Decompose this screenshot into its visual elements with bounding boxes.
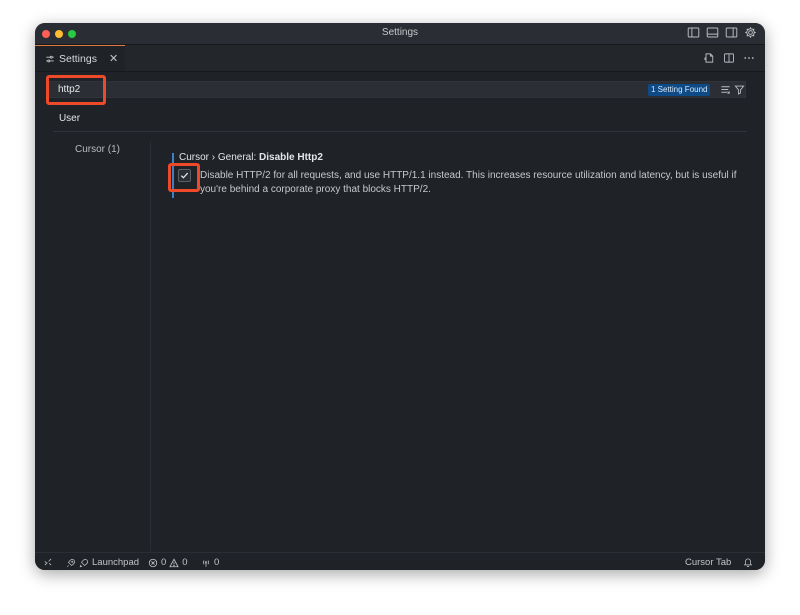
error-icon xyxy=(148,558,158,568)
tab-label: Settings xyxy=(59,53,97,65)
toggle-panel-icon[interactable] xyxy=(706,26,719,39)
toggle-primary-sidebar-icon[interactable] xyxy=(687,26,700,39)
disable-http2-checkbox[interactable] xyxy=(178,169,191,182)
close-icon[interactable]: ✕ xyxy=(109,52,118,65)
warning-icon xyxy=(169,557,180,568)
settings-window: Settings Settings ✕ http2 1 Setting Foun… xyxy=(35,23,765,570)
notifications-item[interactable] xyxy=(743,557,753,567)
title-bar: Settings xyxy=(35,23,765,45)
editor-actions xyxy=(703,52,755,64)
remote-indicator[interactable] xyxy=(43,557,53,567)
setting-category: Cursor › General: xyxy=(179,152,260,163)
status-bar: Launchpad 0 0 0 Cursor Tab xyxy=(35,552,765,570)
gear-icon[interactable] xyxy=(744,26,757,39)
remote-icon xyxy=(43,557,53,567)
launchpad-item[interactable]: Launchpad xyxy=(66,557,139,568)
split-editor-icon[interactable] xyxy=(723,52,735,64)
launchpad-label: Launchpad xyxy=(92,557,140,568)
editor-tab-bar: Settings ✕ xyxy=(35,45,765,72)
error-count: 0 xyxy=(161,557,167,568)
setting-description: Disable HTTP/2 for all requests, and use… xyxy=(200,170,737,195)
filter-icon[interactable] xyxy=(734,84,745,95)
toc-divider xyxy=(150,141,151,551)
problems-indicator[interactable]: 0 0 xyxy=(148,557,188,568)
toggle-secondary-sidebar-icon[interactable] xyxy=(725,26,738,39)
ports-count: 0 xyxy=(214,557,220,568)
bell-icon xyxy=(743,557,753,567)
broadcast-icon xyxy=(201,558,211,568)
tab-settings[interactable]: Settings ✕ xyxy=(35,45,125,71)
search-input[interactable] xyxy=(58,82,458,97)
open-settings-json-icon[interactable] xyxy=(703,52,715,64)
rocket-icon xyxy=(66,558,76,568)
tab-user[interactable]: User xyxy=(53,113,86,132)
setting-name: Disable Http2 xyxy=(259,152,323,163)
layout-controls xyxy=(687,26,757,39)
cursor-tab-item[interactable]: Cursor Tab xyxy=(685,557,731,568)
more-actions-icon[interactable] xyxy=(743,52,755,64)
toc-item-cursor[interactable]: Cursor (1) xyxy=(75,144,120,155)
clear-filter-icon[interactable] xyxy=(720,84,731,95)
rocket-launch-icon xyxy=(79,558,89,568)
checkmark-icon xyxy=(180,172,189,179)
settings-sliders-icon xyxy=(45,54,55,64)
results-count-badge: 1 Setting Found xyxy=(648,84,711,96)
ports-indicator[interactable]: 0 xyxy=(201,557,219,568)
setting-focus-indicator xyxy=(172,153,174,198)
warning-count: 0 xyxy=(182,557,188,568)
cursor-tab-label: Cursor Tab xyxy=(685,557,732,568)
setting-title: Cursor › General: Disable Http2 xyxy=(179,152,323,163)
scope-divider xyxy=(53,131,747,132)
settings-search-box: 1 Setting Found xyxy=(49,81,746,98)
window-title: Settings xyxy=(381,27,419,38)
